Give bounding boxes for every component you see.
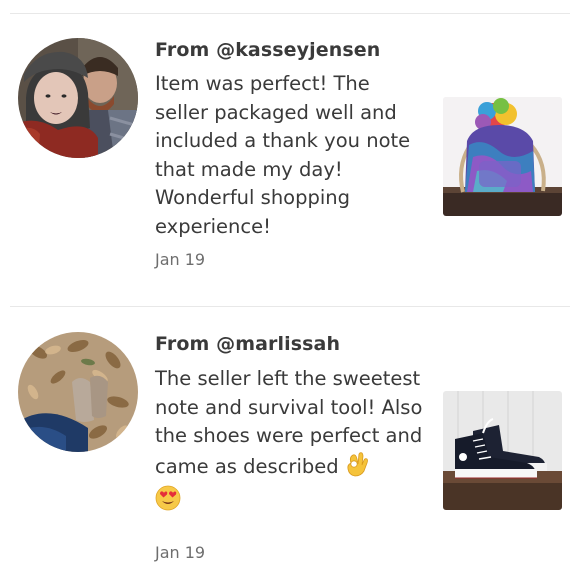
heart-eyes-icon: [155, 485, 181, 520]
review-text: The seller left the sweetest note and su…: [155, 365, 435, 520]
review-date: Jan 19: [155, 250, 206, 269]
review-thumbnail[interactable]: [443, 391, 562, 510]
reviewer-avatar[interactable]: [18, 38, 138, 158]
review-item: From @marlissah The seller left the swee…: [0, 307, 580, 580]
holographic-backpack-photo-icon: [443, 97, 562, 216]
review-text-content: The seller left the sweetest note and su…: [155, 367, 423, 478]
reviewer-username[interactable]: From @kasseyjensen: [155, 39, 380, 61]
review-date: Jan 19: [155, 543, 206, 562]
user-photo-leaves-icon: [18, 332, 138, 452]
user-photo-couple-icon: [18, 38, 138, 158]
review-thumbnail[interactable]: [443, 97, 562, 216]
ok-hand-icon: [345, 451, 369, 486]
review-text: Item was perfect! The seller packaged we…: [155, 72, 411, 238]
reviewer-username[interactable]: From @marlissah: [155, 333, 340, 355]
reviewer-avatar[interactable]: [18, 332, 138, 452]
high-top-sneakers-photo-icon: [443, 391, 562, 510]
review-item: From @kasseyjensen Item was perfect! The…: [0, 0, 580, 300]
